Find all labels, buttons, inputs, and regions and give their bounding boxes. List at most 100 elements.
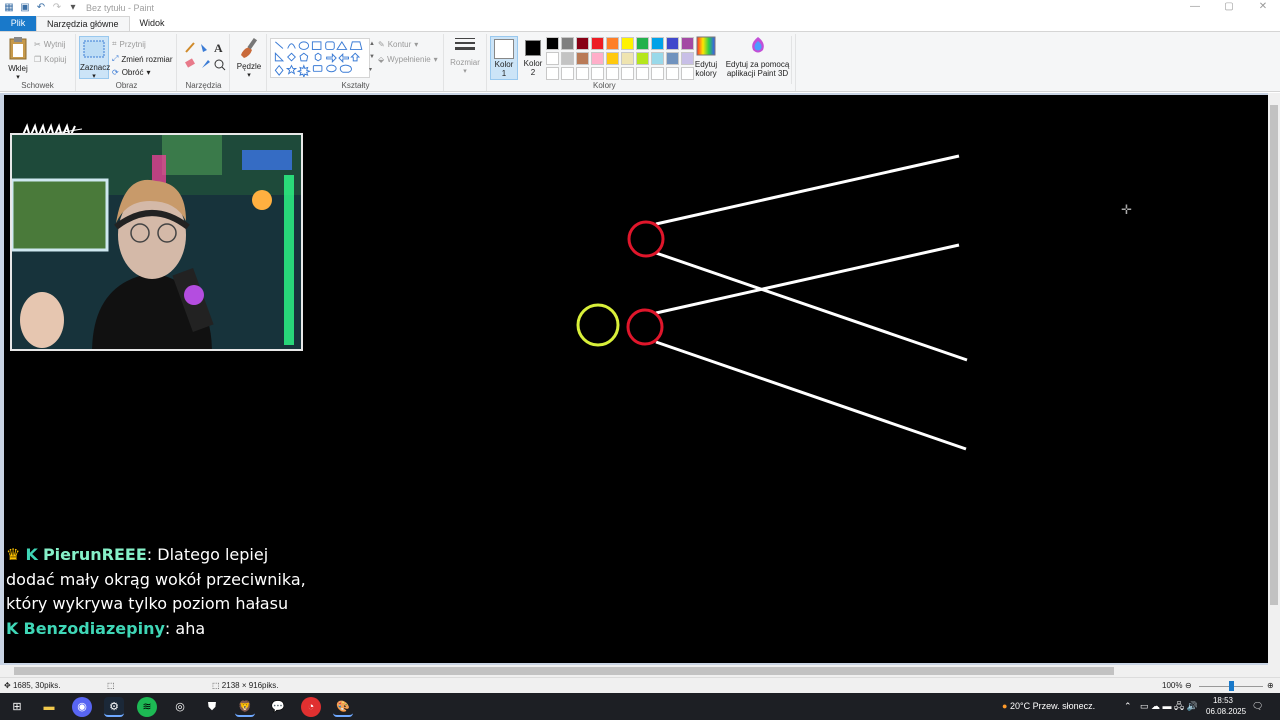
select-dropdown-icon[interactable]: ▾ [80,72,108,80]
tray-icons[interactable]: ▭ ☁ ▬ 🖧 🔊 [1140,693,1198,720]
size-dropdown-icon: ▾ [463,68,467,75]
clipboard-icon [9,37,27,60]
color-swatch[interactable] [666,67,679,80]
shapes-gallery[interactable] [270,38,370,78]
windows-start-icon[interactable]: ⊞ [7,697,27,717]
tab-view[interactable]: Widok [130,16,175,31]
select-button[interactable]: Zaznacz ▾ [79,36,110,80]
steam-icon[interactable]: ⚙ [104,697,124,717]
brave-browser-icon[interactable]: 🦁 [235,697,255,717]
file-explorer-icon[interactable]: ▬ [39,697,59,717]
horizontal-scroll-thumb[interactable] [14,667,1114,675]
image-group-label: Obraz [115,81,138,90]
color-swatch[interactable] [636,67,649,80]
brushes-button[interactable]: Pędzle ▾ [233,36,265,79]
vertical-scroll-thumb[interactable] [1270,105,1278,605]
color-swatch[interactable] [666,52,679,65]
color-swatch[interactable] [561,67,574,80]
chat-message: ♛ K PierunREEE: Dlatego lepiej [6,543,336,568]
customize-dropdown-icon[interactable]: ▾ [68,3,78,13]
zoom-out-icon[interactable]: ⊖ [1185,681,1195,690]
obs-icon[interactable]: ◎ [170,697,190,717]
fill-bucket-icon: ⬙ [378,55,385,64]
rotate-label: Obróć [121,68,144,77]
color-swatch[interactable] [636,52,649,65]
color-swatch[interactable] [561,52,574,65]
tools-group-label: Narzędzia [185,81,222,90]
tab-home[interactable]: Narzędzia główne [36,16,130,31]
tray-chevron-icon[interactable]: ⌃ [1124,693,1132,720]
paint3d-button[interactable]: Edytuj za pomocą aplikacji Paint 3D [724,36,792,84]
redo-icon[interactable]: ↷ [52,3,62,13]
shapes-scroll[interactable]: ▲ ▼ ▾ [369,38,375,77]
image-group: Zaznacz ▾ ⌗ Przytnij ⤢ Zmień rozmiar ⟳ Obró… [77,34,177,91]
svg-text:A: A [214,41,223,55]
save-icon[interactable]: ▣ [20,3,30,13]
vertical-scrollbar[interactable] [1268,93,1280,665]
color-swatch[interactable] [621,67,634,80]
tab-file[interactable]: Plik [0,16,36,31]
color-swatch[interactable] [606,67,619,80]
ribbon: Wklej ▾ ✂ Wytnij ❐ Kopiuj Schowek Zaznacz … [0,31,1280,92]
color-swatch[interactable] [576,37,589,50]
color-swatch[interactable] [666,37,679,50]
weather-widget[interactable]: ● 20°C Przew. słonecz. [1002,693,1095,720]
player-circle [576,303,620,347]
cut-button[interactable]: ✂ Wytnij [34,40,65,49]
chat-app-icon[interactable]: 💬 [268,697,288,717]
brushes-dropdown-icon[interactable]: ▾ [233,71,265,79]
notifications-icon[interactable]: 🗨 [1252,693,1263,720]
spotify-icon[interactable]: ≋ [137,697,157,717]
crop-icon: ⌗ [112,39,117,48]
color1-button[interactable]: Kolor 1 [490,36,518,80]
size-button[interactable]: Rozmiar ▾ [448,36,482,75]
zoom-in-icon[interactable]: ⊕ [1267,681,1277,690]
zoom-slider-thumb[interactable] [1229,681,1234,691]
resize-button[interactable]: ⤢ Zmień rozmiar [112,54,173,64]
discord-icon[interactable]: ◉ [72,697,92,717]
red-app-icon[interactable]: ◔ [301,697,321,717]
edit-colors-button[interactable]: Edytuj kolory [692,36,720,78]
paint-taskbar-icon[interactable]: 🎨 [333,697,353,717]
crop-button[interactable]: ⌗ Przytnij [112,39,146,49]
color-swatch[interactable] [561,37,574,50]
color-swatch[interactable] [591,37,604,50]
color-swatch[interactable] [546,52,559,65]
color-swatch[interactable] [651,52,664,65]
paste-label: Wklej [8,64,28,73]
paste-dropdown-icon[interactable]: ▾ [4,73,32,81]
color-swatch[interactable] [636,37,649,50]
color-swatch[interactable] [651,67,664,80]
paste-button[interactable]: Wklej ▾ [4,36,32,81]
close-button[interactable]: ✕ [1246,0,1280,16]
clock[interactable]: 18:53 06.08.2025 [1206,695,1246,722]
color-swatch[interactable] [651,37,664,50]
zoom-level: 100% [1162,681,1183,690]
color-swatch[interactable] [546,67,559,80]
horizontal-scrollbar[interactable] [0,665,1280,677]
minimize-button[interactable]: — [1178,0,1212,16]
copy-button[interactable]: ❐ Kopiuj [34,55,66,64]
edit-colors-label-1: Edytuj [694,60,718,69]
maximize-button[interactable]: ▢ [1212,0,1246,16]
fill-dropdown-icon: ▾ [433,55,438,64]
copy-label: Kopiuj [44,55,67,64]
outline-button[interactable]: ✎ Kontur ▾ [378,40,418,49]
color-swatch[interactable] [576,67,589,80]
color-swatch[interactable] [591,67,604,80]
color2-button[interactable]: Kolor 2 [520,36,546,80]
color-swatch[interactable] [606,52,619,65]
color-swatch[interactable] [591,52,604,65]
color-swatch[interactable] [606,37,619,50]
color-swatch[interactable] [621,37,634,50]
undo-icon[interactable]: ↶ [36,3,46,13]
vpn-shield-icon[interactable]: ⛊ [202,697,222,717]
color-swatch[interactable] [621,52,634,65]
color-swatch[interactable] [576,52,589,65]
drawing-canvas[interactable]: ♛ K PierunREEE: Dlatego lepiej dodać mał… [4,95,1268,663]
fill-button[interactable]: ⬙ Wypełnienie ▾ [378,55,438,64]
rotate-button[interactable]: ⟳ Obróć ▾ [112,68,151,77]
canvas-area: ♛ K PierunREEE: Dlatego lepiej dodać mał… [0,93,1280,665]
color-swatch[interactable] [546,37,559,50]
brushes-label: Pędzle [236,62,262,71]
